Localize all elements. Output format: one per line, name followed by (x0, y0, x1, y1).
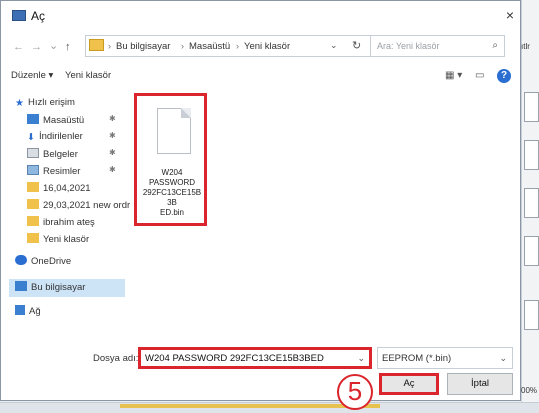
cancel-button[interactable]: İptal (447, 373, 513, 395)
desktop-icon (27, 114, 39, 124)
new-folder-button[interactable]: Yeni klasör (65, 70, 111, 81)
nav-item-label: Yeni klasör (43, 234, 90, 245)
nav-item-this-pc[interactable]: Bu bilgisayar (9, 279, 125, 297)
nav-item-label: 16,04,2021 (43, 183, 91, 194)
organize-button[interactable]: Düzenle ▾ (11, 70, 53, 81)
cloud-icon (15, 255, 27, 265)
view-options-icon[interactable]: ▦ ▾ (445, 70, 462, 81)
nav-item-folder-new-folder[interactable]: Yeni klasör (27, 233, 89, 251)
pin-icon: ✱ (109, 148, 116, 157)
pin-icon: ✱ (109, 165, 116, 174)
background-zoom-text: 00% (521, 386, 538, 395)
help-icon[interactable]: ? (497, 69, 511, 83)
filename-value[interactable]: W204 PASSWORD 292FC13CE15B3BED (145, 353, 324, 364)
nav-item-folder-29-03-2021[interactable]: 29,03,2021 new ordr (27, 199, 130, 217)
up-arrow-icon[interactable]: ↑ (65, 41, 71, 53)
network-icon (15, 305, 25, 315)
nav-item-label: Bu bilgisayar (31, 282, 86, 293)
nav-item-documents[interactable]: Belgeler ✱ (27, 148, 137, 166)
pictures-icon (27, 165, 39, 175)
nav-item-folder-16-04-2021[interactable]: 16,04,2021 (27, 182, 91, 200)
forward-arrow-icon[interactable]: → (31, 41, 42, 53)
background-box (524, 236, 539, 266)
pin-icon: ✱ (109, 114, 116, 123)
refresh-icon[interactable]: ↻ (352, 39, 361, 52)
nav-item-label: İndirilenler (38, 131, 83, 142)
filetype-select[interactable]: EEPROM (*.bin) ⌄ (377, 347, 513, 369)
nav-item-onedrive[interactable]: OneDrive (15, 255, 71, 273)
file-list-pane: W204 PASSWORD 292FC13CE15B3B ED.bin (129, 93, 518, 341)
command-bar: Düzenle ▾ Yeni klasör ▦ ▾ ▭ ? (1, 65, 520, 87)
background-box (524, 300, 539, 330)
file-item[interactable]: W204 PASSWORD 292FC13CE15B3B ED.bin (134, 93, 207, 226)
background-highlight-strip (120, 404, 380, 408)
title-bar: Aç × (1, 1, 520, 31)
nav-item-quick-access[interactable]: ★ Hızlı erişim (15, 97, 75, 115)
breadcrumb-separator: › (236, 41, 239, 51)
breadcrumb-separator: › (108, 41, 111, 51)
documents-icon (27, 148, 39, 158)
star-icon: ★ (15, 98, 24, 109)
open-button[interactable]: Aç (379, 373, 439, 395)
nav-item-label: Masaüstü (43, 115, 85, 126)
folder-icon (89, 39, 104, 51)
nav-item-label: Belgeler (43, 149, 78, 160)
address-dropdown-icon[interactable]: ⌄ (330, 40, 338, 51)
dialog-title: Aç (31, 9, 46, 23)
nav-item-label: Hızlı erişim (27, 97, 75, 108)
folder-icon (27, 182, 39, 192)
download-icon: ⬇ (27, 132, 35, 143)
dialog-app-icon (12, 10, 26, 21)
filename-label: Dosya adı: (93, 353, 139, 364)
file-name: W204 PASSWORD 292FC13CE15B3B ED.bin (142, 168, 202, 217)
folder-icon (27, 233, 39, 243)
nav-item-label: 29,03,2021 new ordr (43, 200, 131, 211)
nav-item-label: Resimler (43, 166, 81, 177)
folder-icon (27, 199, 39, 209)
nav-item-label: OneDrive (31, 256, 72, 267)
background-box (524, 92, 539, 122)
open-file-dialog: Aç × ← → ⌄ ↑ › Bu bilgisayar › Masaüstü … (0, 0, 521, 401)
background-box (524, 188, 539, 218)
file-corner (181, 108, 191, 118)
background-box (524, 140, 539, 170)
folder-icon (27, 216, 39, 226)
search-box[interactable]: Ara: Yeni klasör ⌕ (370, 35, 505, 57)
file-icon (157, 108, 191, 154)
close-button[interactable]: × (501, 5, 519, 25)
breadcrumb-new-folder[interactable]: Yeni klasör (244, 41, 290, 52)
address-bar[interactable]: › Bu bilgisayar › Masaüstü › Yeni klasör… (85, 35, 373, 57)
navigation-pane: ★ Hızlı erişim Masaüstü ✱ ⬇ İndirilenler ✱… (9, 93, 130, 341)
computer-icon (15, 281, 27, 291)
recent-locations-icon[interactable]: ⌄ (49, 39, 58, 52)
search-input[interactable]: Ara: Yeni klasör (377, 41, 440, 51)
preview-pane-icon[interactable]: ▭ (475, 70, 484, 81)
nav-item-desktop[interactable]: Masaüstü ✱ (27, 114, 137, 132)
filename-field[interactable]: W204 PASSWORD 292FC13CE15B3BED ⌄ (138, 347, 372, 369)
nav-item-folder-ibrahim-ates[interactable]: ibrahim ateş (27, 216, 95, 234)
filename-dropdown-icon[interactable]: ⌄ (357, 353, 365, 364)
filetype-dropdown-icon[interactable]: ⌄ (499, 353, 507, 364)
step-number-badge: 5 (337, 374, 373, 410)
nav-item-label: ibrahim ateş (43, 217, 95, 228)
search-icon: ⌕ (492, 40, 498, 51)
background-side-text: ıtlr (521, 42, 530, 51)
nav-item-downloads[interactable]: ⬇ İndirilenler ✱ (27, 131, 137, 149)
breadcrumb-desktop[interactable]: Masaüstü (189, 41, 230, 52)
nav-item-network[interactable]: Ağ (15, 305, 41, 323)
nav-item-label: Ağ (29, 306, 41, 317)
filetype-value: EEPROM (*.bin) (382, 353, 452, 364)
breadcrumb-this-pc[interactable]: Bu bilgisayar (116, 41, 170, 52)
pin-icon: ✱ (109, 131, 116, 140)
nav-item-pictures[interactable]: Resimler ✱ (27, 165, 137, 183)
back-arrow-icon[interactable]: ← (13, 41, 24, 53)
breadcrumb-separator: › (181, 41, 184, 51)
